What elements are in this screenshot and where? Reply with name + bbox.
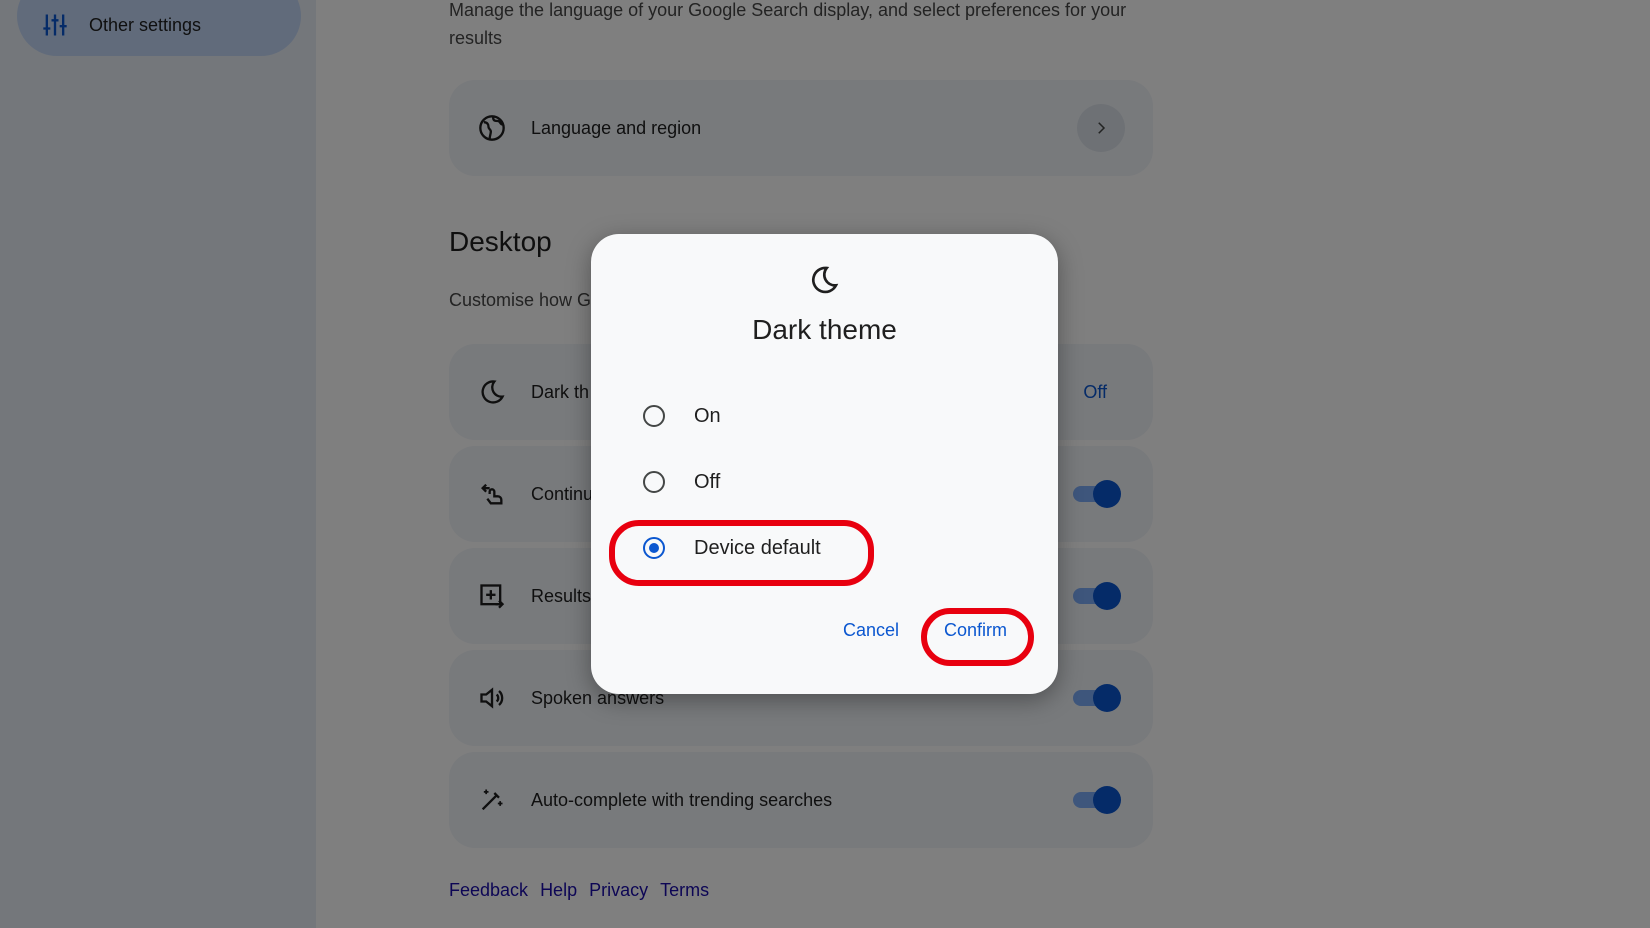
radio-on[interactable] <box>643 405 665 427</box>
moon-icon <box>811 266 839 294</box>
dialog-title: Dark theme <box>752 314 897 345</box>
highlight-device-default <box>609 520 874 586</box>
highlight-confirm <box>921 608 1034 666</box>
option-off-label: Off <box>694 470 721 493</box>
option-on[interactable]: On <box>643 396 721 436</box>
dark-theme-dialog: Dark theme On Off Device default Cancel … <box>591 234 1058 694</box>
option-on-label: On <box>694 404 721 427</box>
radio-off[interactable] <box>643 471 665 493</box>
option-off[interactable]: Off <box>643 462 720 502</box>
cancel-button[interactable]: Cancel <box>843 620 899 641</box>
